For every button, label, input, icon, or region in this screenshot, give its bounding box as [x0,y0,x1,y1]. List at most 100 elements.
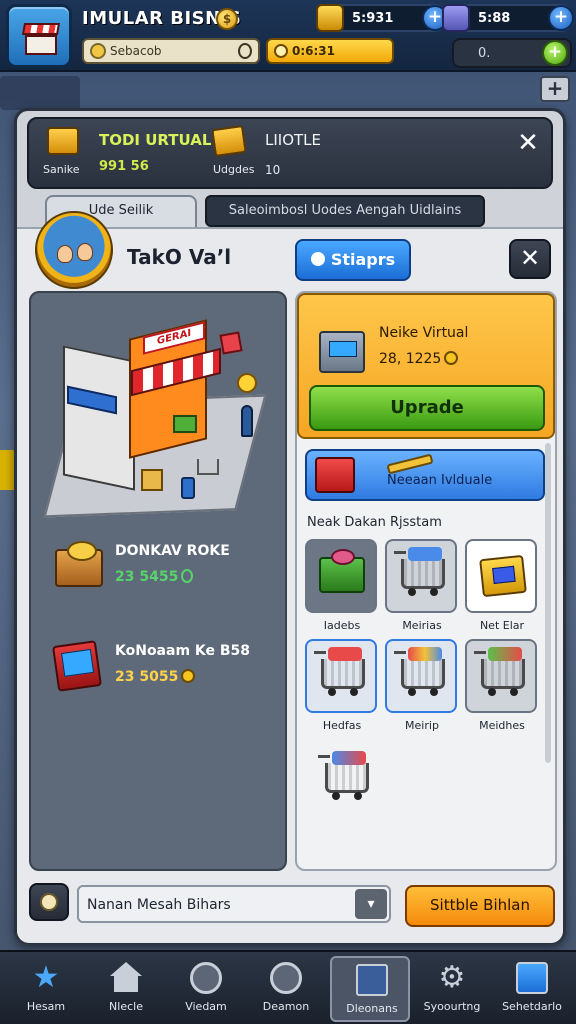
globe-icon [190,962,222,994]
shop-name: TakO Vaʼl [127,245,232,269]
app-shop-icon[interactable] [6,4,72,68]
owner-avatar[interactable] [35,211,113,289]
document-icon [356,964,388,996]
crate-icon [173,415,197,433]
box-icon [141,469,163,491]
nav-label: Nlecle [109,1000,143,1013]
gear-icon: ⚙ [438,960,466,995]
items-section-label: Neak Dakan Rjsstam [307,515,442,530]
nav-item-inventory[interactable]: Sehetdarlo [492,956,572,1022]
gold-resource-value: 5:931 [352,11,394,26]
info-button[interactable] [29,883,69,921]
bottom-navigation: ★ Hesam Nlecle Viedam Deamon Dleonans ⚙ … [0,950,576,1024]
shop-modal: TODI URTUAL Sanike 991 56 LIIOTLE Udgdes… [14,108,566,944]
store-preview-panel: GERAI DONKAV ROKE 23 5455 KoNoaam Ke B58… [29,291,287,871]
promo-text: Neeaan Ivlduale [387,473,493,488]
confirm-button[interactable]: Sittble Bihlan [405,885,555,927]
extra-cart-item[interactable] [311,745,371,805]
nav-item-shop[interactable]: Nlecle [86,956,166,1022]
search-text: Sebacob [110,44,162,58]
stat2-value: 10 [265,163,281,177]
settings-pill[interactable]: 0. + [452,38,572,68]
upgrade-card: Neike Virtual 28, 1225 Uprade [297,293,555,439]
coin-outline-icon [181,569,194,583]
stat-name: KoNoaam Ke B58 [115,643,251,659]
shopping-cart-icon [474,647,525,696]
category-select[interactable]: Nanan Mesah Bihars ▾ [77,885,391,923]
nav-item-search[interactable]: Deamon [246,956,326,1022]
box-icon [516,962,548,994]
coin-icon: $ [216,8,238,30]
item-card[interactable]: Meirias [385,539,459,635]
item-card[interactable]: Iadebs [305,539,379,635]
item-tile [385,539,457,613]
item-tile [305,539,377,613]
gem-box-icon [442,4,470,32]
shop-action-button[interactable]: Stiaprs [295,239,411,281]
shopping-bag-icon [219,331,243,355]
item-label: Meirip [405,719,439,732]
location-pin-icon [237,373,257,393]
nav-label: Sehetdarlo [502,1000,562,1013]
avatar-face [77,243,93,261]
item-tile [305,639,377,713]
nav-label: Hesam [26,1000,66,1013]
item-card[interactable]: Net Elar [465,539,539,635]
upgrade-title: Neike Virtual [379,325,469,341]
item-card[interactable]: Meirip [385,639,459,735]
nav-item-home[interactable]: ★ Hesam [6,956,86,1022]
info-icon [40,893,58,911]
nav-item-settings[interactable]: ⚙ Syoourtng [412,956,492,1022]
avatar-face [57,245,73,263]
stat1-sub: Sanike [43,163,80,176]
scrollbar[interactable] [545,443,551,763]
upgrade-price: 28, 1225 [379,351,459,367]
close-icon[interactable]: ✕ [513,129,543,159]
coin-icon [444,351,459,365]
tab-upgrades[interactable]: Saleoimbosl Uodes Aengah Uidlains [205,195,485,227]
timer-icon [274,44,288,58]
trash-can-icon [181,477,195,499]
background-panel [0,76,80,110]
item-tile [465,639,537,713]
gift-box-icon [315,457,355,493]
stat-value: 23 5455 [115,569,194,585]
tv-icon [52,640,102,692]
stat-value: 23 5055 [115,669,196,685]
stat-name: DONKAV ROKE [115,543,230,559]
add-energy-button[interactable]: + [542,40,568,66]
search-icon [90,43,106,59]
nav-label: Deamon [262,1000,310,1013]
expand-plus-button[interactable]: + [540,76,570,102]
cart-icon [197,459,219,475]
item-tile [465,539,537,613]
nav-item-documents[interactable]: Dleonans [330,956,410,1022]
gem-resource-counter: 5:88 + [442,4,574,32]
promo-banner[interactable]: Neeaan Ivlduale [305,449,545,501]
item-label: Meidhes [479,719,525,732]
coin-icon [181,669,196,683]
shopping-cart-icon [394,647,445,696]
gem-resource-value: 5:88 [478,11,511,26]
add-gem-button[interactable]: + [548,5,574,31]
item-card[interactable]: Meidhes [465,639,539,735]
nav-label: Dleonans [346,1002,398,1015]
shop-close-button[interactable]: ✕ [509,239,551,279]
refresh-icon [310,252,325,266]
modal-header: TODI URTUAL Sanike 991 56 LIIOTLE Udgdes… [27,117,553,189]
upgrade-button[interactable]: Uprade [309,385,545,431]
stat2-title: LIIOTLE [265,131,322,149]
store-building-left [63,345,135,491]
nav-label: Viedam [185,1000,227,1013]
item-tile [385,639,457,713]
shop-awning-shape [21,23,61,35]
search-input[interactable]: Sebacob [82,38,260,64]
stat-row: KoNoaam Ke B58 23 5055 [49,640,279,703]
chevron-down-icon[interactable]: ▾ [355,889,387,919]
nav-item-world[interactable]: Viedam [166,956,246,1022]
star-icon: ★ [32,960,60,995]
shopping-cart-icon [394,547,445,596]
chest-icon [55,541,103,587]
item-card[interactable]: Hedfas [305,639,379,735]
gold-timer-pill[interactable]: 0:6:31 [266,38,394,64]
